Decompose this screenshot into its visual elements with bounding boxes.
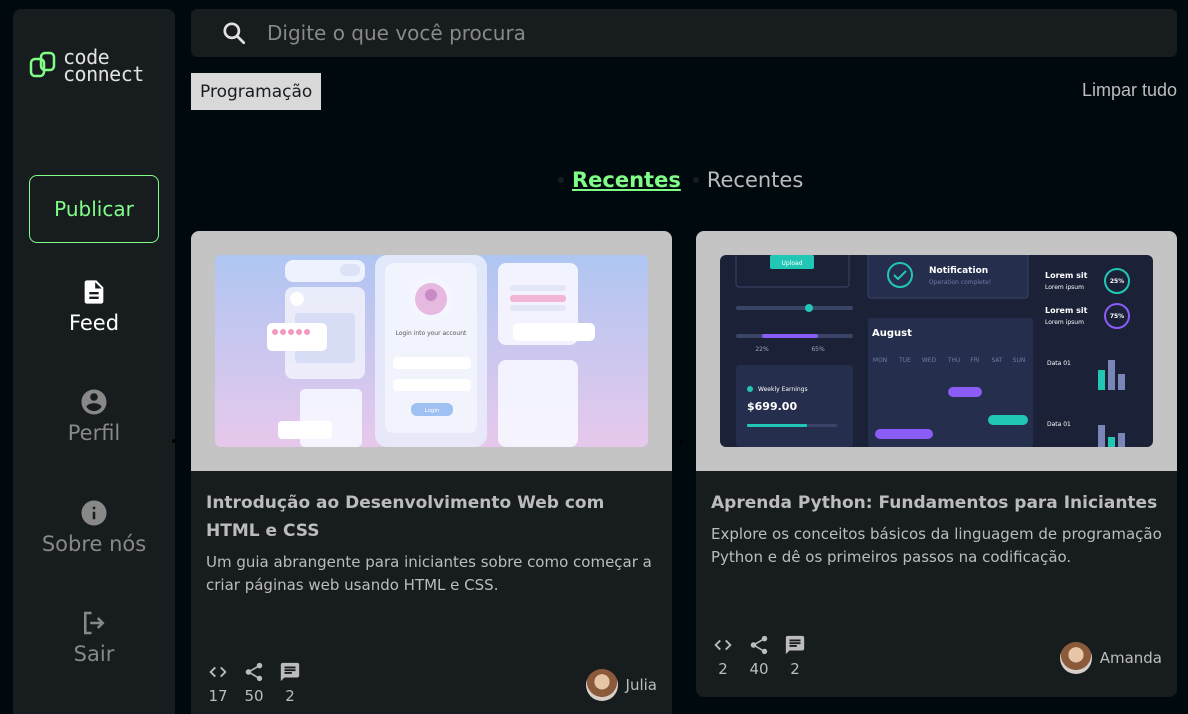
search-input[interactable] xyxy=(267,21,1067,45)
thumbnail-notification-title: Notification xyxy=(929,266,988,276)
post-stats: 2 40 2 xyxy=(711,634,807,678)
post-author[interactable]: Amanda xyxy=(1059,642,1162,674)
comment-stat[interactable]: 2 xyxy=(783,634,807,678)
post-stats: 17 50 2 xyxy=(206,661,302,705)
thumbnail-login-button-text: Login xyxy=(425,408,440,414)
thumbnail-data-label: Data 01 xyxy=(1047,421,1071,428)
share-icon xyxy=(245,662,263,682)
code-icon xyxy=(714,639,732,651)
thumbnail-percent-2: 75% xyxy=(1110,313,1124,320)
sidebar-item-sair[interactable]: Sair xyxy=(13,608,175,666)
thumbnail-slider-left: 22% xyxy=(755,346,769,353)
clear-all-link[interactable]: Limpar tudo xyxy=(1082,80,1177,101)
code-icon xyxy=(209,666,227,678)
post-thumbnail: Upload Notification Operation complete! … xyxy=(696,231,1177,471)
post-description: Um guia abrangente para iniciantes sobre… xyxy=(206,553,652,594)
thumbnail-lorem-title: Lorem sit xyxy=(1045,271,1088,280)
logout-icon xyxy=(84,611,105,635)
thumbnail-weekday: WED xyxy=(922,357,937,364)
tabs: Recentes Recentes xyxy=(550,168,803,192)
post-title[interactable]: Aprenda Python: Fundamentos para Inician… xyxy=(711,489,1162,517)
tab-recentes-active[interactable]: Recentes xyxy=(572,168,681,192)
code-connect-logo[interactable]: code connect xyxy=(29,47,144,86)
sidebar-item-label: Sair xyxy=(73,642,115,666)
thumbnail-notification-sub: Operation complete! xyxy=(929,279,991,286)
author-name: Julia xyxy=(625,676,657,694)
avatar xyxy=(1059,642,1092,674)
post-card[interactable]: Login into your account Login Introdução… xyxy=(191,231,672,714)
share-icon xyxy=(750,635,768,655)
thumbnail-weekly-label: Weekly Earnings xyxy=(758,386,808,393)
post-author[interactable]: Julia xyxy=(585,669,657,701)
post-footer: 17 50 2 Julia xyxy=(206,661,657,705)
sidebar-item-perfil[interactable]: Perfil xyxy=(13,387,175,445)
dashboard-ui-thumbnail-image: Upload Notification Operation complete! … xyxy=(720,255,1153,447)
code-stat[interactable]: 17 xyxy=(206,661,230,705)
thumbnail-lorem-title: Lorem sit xyxy=(1045,306,1088,315)
thumbnail-weekday: THU xyxy=(947,357,961,364)
thumbnail-lorem-sub: Lorem ipsum xyxy=(1045,284,1084,291)
post-footer: 2 40 2 Amanda xyxy=(711,634,1162,678)
share-stat[interactable]: 40 xyxy=(747,634,771,678)
comment-icon xyxy=(785,635,805,655)
sidebar-item-label: Feed xyxy=(68,311,120,335)
thumbnail-calendar-month: August xyxy=(872,328,912,339)
thumbnail-upload-label: Upload xyxy=(781,260,802,267)
account-circle-icon xyxy=(81,389,107,415)
tab-recentes[interactable]: Recentes xyxy=(707,168,803,192)
avatar xyxy=(585,669,618,701)
thumbnail-slider-right: 65% xyxy=(811,346,825,353)
sidebar-item-label: Sobre nós xyxy=(41,532,147,556)
tab-dot xyxy=(558,177,564,183)
logo-text: code connect xyxy=(63,47,144,86)
info-icon xyxy=(81,500,107,526)
post-title[interactable]: Introdução ao Desenvolvimento Web com HT… xyxy=(206,489,657,545)
document-icon xyxy=(84,280,104,304)
post-description: Explore os conceitos básicos da linguage… xyxy=(711,525,1162,566)
code-count: 17 xyxy=(208,687,228,705)
code-count: 2 xyxy=(718,660,728,678)
post-card[interactable]: Upload Notification Operation complete! … xyxy=(696,231,1177,697)
filter-tag[interactable]: Programação xyxy=(191,73,322,110)
comment-stat[interactable]: 2 xyxy=(278,661,302,705)
search-bar xyxy=(191,9,1177,57)
share-count: 50 xyxy=(244,687,264,705)
thumbnail-weekday: SAT xyxy=(991,357,1003,364)
thumbnail-lorem-sub: Lorem ipsum xyxy=(1045,319,1084,326)
author-name: Amanda xyxy=(1099,649,1162,667)
search-icon[interactable] xyxy=(221,20,247,46)
thumbnail-weekday: SUN xyxy=(1013,357,1026,364)
comment-icon xyxy=(280,662,300,682)
thumbnail-weekday: TUE xyxy=(898,357,911,364)
thumbnail-login-title: Login into your account xyxy=(396,330,467,337)
sidebar-item-sobre-nos[interactable]: Sobre nós xyxy=(13,498,175,556)
logo-line-connect: connect xyxy=(63,62,144,86)
publish-button[interactable]: Publicar xyxy=(29,175,159,243)
thumbnail-weekday: FRI xyxy=(970,357,980,364)
thumbnail-percent-1: 25% xyxy=(1110,278,1124,285)
sidebar-item-feed[interactable]: Feed xyxy=(13,277,175,335)
post-thumbnail: Login into your account Login xyxy=(191,231,672,471)
sidebar-item-label: Perfil xyxy=(67,421,121,445)
sidebar: code connect Publicar Feed Perfil Sobre … xyxy=(13,9,175,714)
tab-dot xyxy=(692,177,699,183)
thumbnail-weekday: MON xyxy=(873,357,887,364)
decorative-dot xyxy=(172,439,176,443)
logo-mark-icon xyxy=(29,51,56,78)
thumbnail-data-label: Data 01 xyxy=(1047,360,1071,367)
login-ui-thumbnail-image: Login into your account Login xyxy=(215,255,648,447)
thumbnail-amount: $699.00 xyxy=(747,400,797,413)
comment-count: 2 xyxy=(285,687,295,705)
share-stat[interactable]: 50 xyxy=(242,661,266,705)
comment-count: 2 xyxy=(790,660,800,678)
share-count: 40 xyxy=(749,660,769,678)
decorative-dot xyxy=(679,439,683,443)
code-stat[interactable]: 2 xyxy=(711,634,735,678)
